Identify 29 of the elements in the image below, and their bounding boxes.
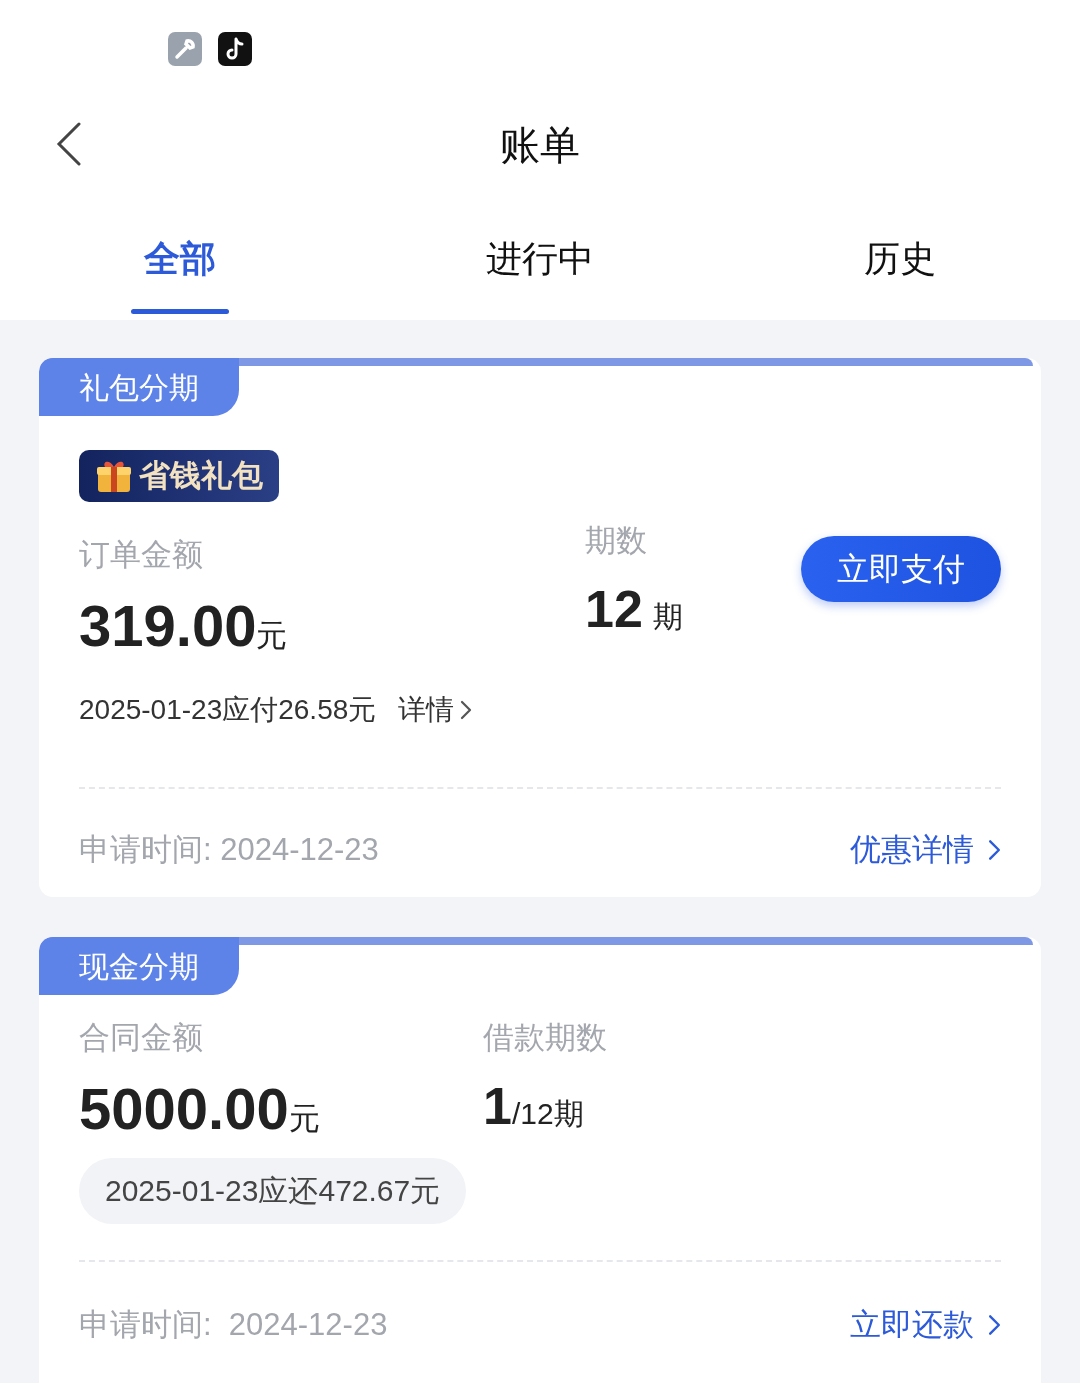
field-label: 订单金额: [79, 536, 204, 574]
field-value: 319.00元: [79, 596, 289, 655]
apply-time: 申请时间: 2024-12-23: [79, 1305, 388, 1344]
apply-time: 申请时间: 2024-12-23: [79, 830, 379, 869]
repay-now-link[interactable]: 立即还款: [850, 1301, 1001, 1348]
tab[interactable]: 全部: [131, 220, 229, 314]
tab[interactable]: 历史: [851, 220, 949, 314]
field-label: 期数: [585, 522, 648, 560]
discount-details-link[interactable]: 优惠详情: [850, 826, 1001, 873]
field-value: 1/12期: [483, 1079, 585, 1132]
chevron-right-icon: [988, 1312, 1001, 1337]
chevron-right-icon: [988, 837, 1001, 862]
card-tag: 现金分期: [39, 937, 239, 995]
pay-button[interactable]: 立即支付: [801, 536, 1001, 602]
wrench-app-icon[interactable]: [168, 32, 202, 66]
due-text: 2025-01-23应付26.58元: [79, 692, 377, 727]
chevron-right-icon: [460, 698, 473, 721]
due-pill: 2025-01-23应还472.67元: [79, 1157, 467, 1224]
card-tag: 礼包分期: [39, 358, 239, 416]
badge-text: 省钱礼包: [139, 456, 263, 495]
field-value: 12 期: [585, 582, 683, 635]
music-note-app-icon[interactable]: [218, 32, 252, 66]
details-link[interactable]: 详情: [398, 688, 473, 731]
tab[interactable]: 进行中: [486, 220, 594, 314]
field-label: 借款期数: [483, 1019, 607, 1057]
field-label: 合同金额: [79, 1019, 204, 1057]
field-value: 5000.00元: [79, 1079, 321, 1138]
back-icon[interactable]: [56, 122, 82, 166]
page-title: 账单: [500, 122, 580, 169]
